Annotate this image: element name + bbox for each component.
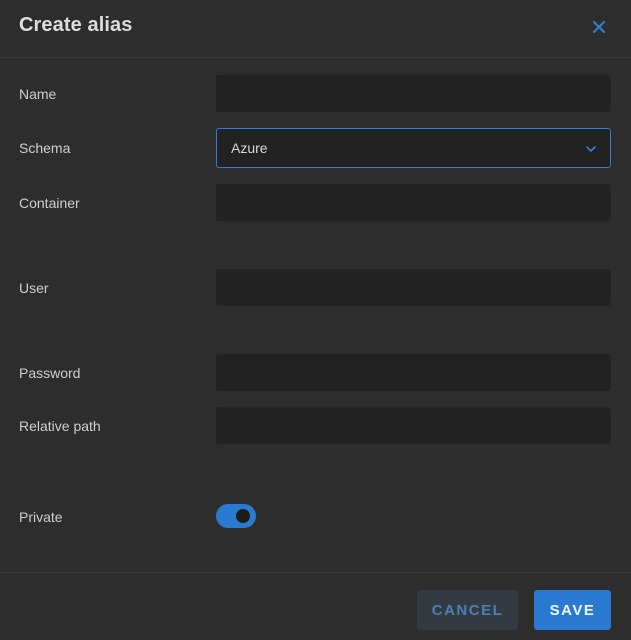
password-input[interactable] xyxy=(216,354,611,391)
container-input[interactable] xyxy=(216,184,611,221)
schema-selected-value: Azure xyxy=(231,140,268,156)
dialog-footer: CANCEL SAVE xyxy=(0,572,631,640)
schema-label: Schema xyxy=(19,140,71,156)
chevron-down-icon xyxy=(584,142,598,156)
save-button[interactable]: SAVE xyxy=(534,590,611,630)
dialog-title: Create alias xyxy=(19,14,133,36)
cancel-button[interactable]: CANCEL xyxy=(417,590,518,630)
relative-path-label: Relative path xyxy=(19,418,101,434)
user-label: User xyxy=(19,280,49,296)
password-label: Password xyxy=(19,365,81,381)
close-icon xyxy=(586,14,612,40)
dialog-header: Create alias xyxy=(0,0,631,58)
close-button[interactable] xyxy=(586,14,612,40)
container-label: Container xyxy=(19,195,80,211)
relative-path-input[interactable] xyxy=(216,407,611,444)
name-label: Name xyxy=(19,86,57,102)
schema-select[interactable]: Azure xyxy=(216,128,611,168)
name-input[interactable] xyxy=(216,75,611,112)
toggle-knob xyxy=(236,509,250,523)
user-input[interactable] xyxy=(216,269,611,306)
create-alias-dialog: Create alias Name Schema Azure Container… xyxy=(0,0,631,640)
private-toggle[interactable] xyxy=(216,504,256,528)
private-label: Private xyxy=(19,509,63,525)
